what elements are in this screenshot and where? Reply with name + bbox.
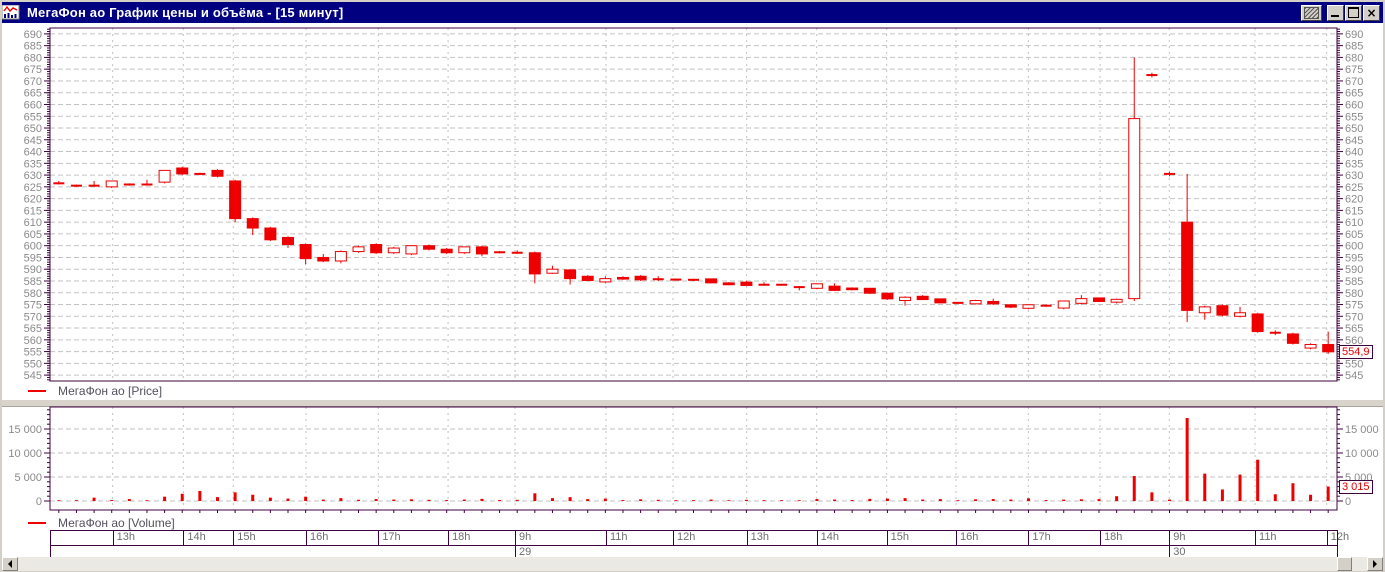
hour-cell: 12h	[673, 530, 747, 545]
price-legend-label: МегаФон ао [Price]	[58, 384, 163, 398]
volume-series-dash-icon	[28, 522, 46, 524]
hour-cell: 16h	[956, 530, 1028, 545]
time-axis-line	[50, 530, 1337, 531]
hour-cell: 18h	[1100, 530, 1169, 545]
volume-legend: МегаФон ао [Volume]	[0, 516, 1385, 531]
arrow-right-icon	[1373, 560, 1381, 568]
hour-cell: 17h	[378, 530, 448, 545]
minimize-icon	[1331, 14, 1339, 17]
hour-cell: 15h	[886, 530, 956, 545]
hatch-pattern-icon	[1304, 6, 1319, 19]
hour-cell: 14h	[816, 530, 887, 545]
maximize-button[interactable]	[1345, 4, 1362, 21]
hour-cell: 11h	[1255, 530, 1327, 545]
hour-cell: 18h	[448, 530, 515, 545]
window-chart-icon	[2, 5, 23, 20]
price-series-dash-icon	[28, 390, 46, 392]
price-y-axis-left[interactable]	[2, 28, 50, 381]
hour-cell: 9h	[1169, 530, 1255, 545]
hour-cell: 13h	[746, 530, 817, 545]
scrollbar-thumb[interactable]	[1337, 557, 1352, 571]
hour-cell: 13h	[112, 530, 184, 545]
volume-y-axis-left[interactable]	[2, 407, 50, 510]
price-chart[interactable]: 5455455505505555555605605655655705705755…	[0, 24, 1385, 388]
arrow-left-icon	[4, 560, 12, 568]
hour-cell: 16h	[305, 530, 378, 545]
time-axis-line	[50, 545, 1337, 546]
hour-cell: 14h	[183, 530, 233, 545]
hour-cell: 11h	[605, 530, 673, 545]
price-legend: МегаФон ао [Price]	[0, 384, 1385, 399]
scroll-left-button[interactable]	[2, 557, 18, 571]
time-axis[interactable]: 13h 14h 15h 16h 17h 18h 9h 11h 12h 13h 14h 15h 16h 17…	[0, 530, 1385, 559]
last-volume-badge: 3 015	[1339, 480, 1373, 494]
maximize-icon	[1348, 7, 1359, 18]
minimize-button[interactable]	[1327, 4, 1344, 21]
title-bar[interactable]: МегаФон ао График цены и объёма - [15 ми…	[2, 2, 1383, 23]
chart-window: МегаФон ао График цены и объёма - [15 ми…	[0, 0, 1385, 572]
volume-y-axis-right[interactable]	[1337, 407, 1383, 510]
scroll-right-button[interactable]	[1367, 557, 1383, 571]
hour-cell: 17h	[1028, 530, 1100, 545]
price-y-axis-right[interactable]	[1337, 28, 1383, 381]
hour-cell: 9h	[514, 530, 606, 545]
hour-cell	[50, 530, 113, 545]
close-icon: ×	[1366, 5, 1377, 20]
time-axis-line	[1337, 530, 1338, 558]
volume-legend-label: МегаФон ао [Volume]	[58, 516, 175, 530]
titlebar-buttons: ×	[1300, 4, 1380, 21]
hour-cell: 15h	[233, 530, 306, 545]
window-title: МегаФон ао График цены и объёма - [15 ми…	[27, 5, 344, 20]
chart-properties-button[interactable]	[1301, 4, 1322, 21]
horizontal-scrollbar[interactable]	[2, 557, 1383, 571]
last-price-badge: 554,9	[1339, 345, 1373, 359]
hour-cell: 12h	[1326, 530, 1349, 545]
volume-chart[interactable]: 0 05 000 5 00010 000 10 00015 000 15 000	[0, 405, 1385, 517]
close-button[interactable]: ×	[1363, 4, 1380, 21]
